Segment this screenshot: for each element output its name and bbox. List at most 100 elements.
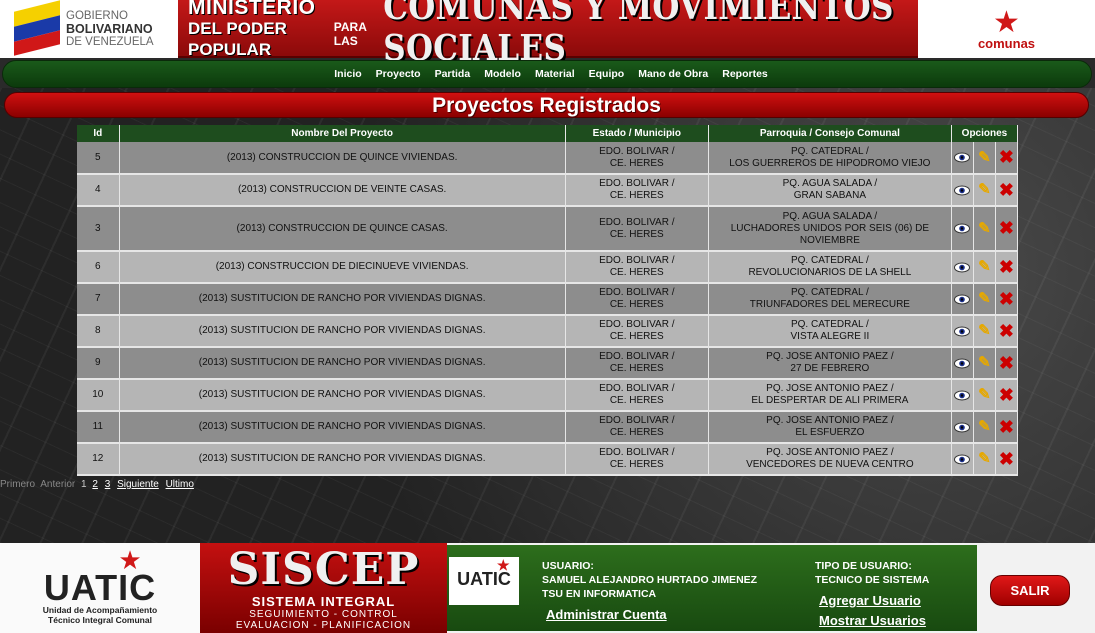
- cell-id: 8: [77, 315, 120, 348]
- cell-id: 10: [77, 379, 120, 412]
- delete-x-icon[interactable]: ✖: [997, 322, 1015, 340]
- pencil-icon[interactable]: ✎: [975, 354, 993, 372]
- siscep-line1: SISTEMA INTEGRAL: [251, 594, 396, 609]
- cell-parroquia: PQ. JOSE ANTONIO PAEZ / EL DESPERTAR DE A…: [708, 379, 952, 412]
- cell-edit: ✎: [973, 347, 996, 380]
- cell-municipio-line: CE. HERES: [609, 299, 664, 310]
- gov-line3: DE VENEZUELA: [66, 35, 154, 48]
- delete-x-icon[interactable]: ✖: [997, 258, 1015, 276]
- cell-parroquia-line: PQ. CATEDRAL /: [790, 145, 869, 157]
- pencil-icon[interactable]: ✎: [975, 149, 993, 167]
- cell-edit: ✎: [973, 379, 996, 412]
- cell-parroquia-line: PQ. JOSE ANTONIO PAEZ /: [766, 383, 894, 394]
- eye-icon[interactable]: [953, 322, 971, 340]
- cell-view: [951, 315, 974, 348]
- star-icon: ★: [497, 557, 510, 573]
- pager-last[interactable]: Ultimo: [166, 479, 194, 490]
- usuario-name: SAMUEL ALEJANDRO HURTADO JIMENEZ: [542, 574, 758, 586]
- eye-icon[interactable]: [953, 290, 971, 308]
- cell-consejo-line: LOS GUERREROS DE HIPODROMO VIEJO: [729, 157, 931, 169]
- cell-id: 4: [77, 174, 120, 207]
- usuario-label: USUARIO:: [542, 560, 594, 572]
- table-row: 10 (2013) SUSTITUCION DE RANCHO POR VIVIE…: [77, 379, 1019, 412]
- nav-item-proyecto[interactable]: Proyecto: [376, 68, 421, 80]
- eye-icon[interactable]: [953, 386, 971, 404]
- pager-first: Primero: [0, 479, 36, 490]
- pencil-icon[interactable]: ✎: [975, 450, 993, 468]
- cell-municipio-line: CE. HERES: [609, 228, 664, 240]
- cell-delete: ✖: [995, 315, 1019, 348]
- table-header-row: Id Nombre Del Proyecto Estado / Municipi…: [77, 125, 1019, 142]
- pencil-icon[interactable]: ✎: [975, 322, 993, 340]
- cell-project-name: (2013) CONSTRUCCION DE QUINCE VIVIENDAS.: [119, 142, 566, 175]
- ministry-line2: DEL PODER POPULAR: [188, 18, 287, 59]
- delete-x-icon[interactable]: ✖: [997, 450, 1015, 468]
- cell-edit: ✎: [973, 283, 996, 316]
- pagination: Primero Anterior 1 2 3 Siguiente Ultimo: [0, 479, 198, 490]
- cell-estado: EDO. BOLIVAR / CE. HERES: [565, 206, 709, 252]
- cell-consejo-line: 27 DE FEBRERO: [790, 363, 870, 374]
- cell-parroquia-line: PQ. AGUA SALADA /: [782, 178, 878, 189]
- logout-button[interactable]: SALIR: [990, 575, 1070, 606]
- eye-icon[interactable]: [953, 220, 971, 238]
- cell-municipio-line: CE. HERES: [609, 459, 664, 470]
- delete-x-icon[interactable]: ✖: [997, 181, 1015, 199]
- pencil-icon[interactable]: ✎: [975, 220, 993, 238]
- cell-delete: ✖: [995, 379, 1019, 412]
- cell-municipio-line: CE. HERES: [609, 157, 664, 169]
- cell-parroquia: PQ. AGUA SALADA / LUCHADORES UNIDOS POR S…: [708, 206, 952, 252]
- delete-x-icon[interactable]: ✖: [997, 354, 1015, 372]
- eye-icon[interactable]: [953, 258, 971, 276]
- delete-x-icon[interactable]: ✖: [997, 290, 1015, 308]
- pager-current: 1: [81, 479, 87, 490]
- pencil-icon[interactable]: ✎: [975, 258, 993, 276]
- pencil-icon[interactable]: ✎: [975, 386, 993, 404]
- eye-icon[interactable]: [953, 181, 971, 199]
- cell-parroquia-line: PQ. JOSE ANTONIO PAEZ /: [766, 447, 894, 458]
- uatic-sub1: Unidad de Acompañamiento: [42, 605, 158, 615]
- uatic-logo: ★ UATIC Unidad de Acompañamiento Técnico…: [0, 543, 200, 633]
- nav-item-mano-de-obra[interactable]: Mano de Obra: [638, 68, 708, 80]
- show-users-link[interactable]: Mostrar Usuarios: [819, 613, 926, 628]
- cell-delete: ✖: [995, 283, 1019, 316]
- eye-icon[interactable]: [953, 354, 971, 372]
- admin-account-link[interactable]: Administrar Cuenta: [546, 607, 667, 622]
- cell-view: [951, 206, 974, 252]
- gov-line1: GOBIERNO: [66, 9, 128, 22]
- nav-item-partida[interactable]: Partida: [435, 68, 471, 80]
- cell-consejo-line: REVOLUCIONARIOS DE LA SHELL: [748, 267, 912, 278]
- delete-x-icon[interactable]: ✖: [997, 148, 1015, 166]
- siscep-line2: SEGUIMIENTO - CONTROL: [249, 609, 398, 620]
- cell-consejo-line: VENCEDORES DE NUEVA CENTRO: [746, 459, 914, 470]
- cell-delete: ✖: [995, 206, 1019, 252]
- col-nombre: Nombre Del Proyecto: [119, 125, 566, 142]
- pencil-icon[interactable]: ✎: [975, 290, 993, 308]
- delete-x-icon[interactable]: ✖: [997, 219, 1015, 237]
- eye-icon[interactable]: [953, 418, 971, 436]
- cell-edit: ✎: [973, 174, 996, 207]
- cell-parroquia-line: PQ. CATEDRAL /: [790, 287, 869, 298]
- add-user-link[interactable]: Agregar Usuario: [819, 593, 921, 608]
- pager-page-2[interactable]: 2: [92, 479, 98, 490]
- nav-item-reportes[interactable]: Reportes: [722, 68, 768, 80]
- delete-x-icon[interactable]: ✖: [997, 386, 1015, 404]
- nav-item-modelo[interactable]: Modelo: [484, 68, 521, 80]
- cell-edit: ✎: [973, 206, 996, 252]
- pencil-icon[interactable]: ✎: [975, 181, 993, 199]
- eye-icon[interactable]: [953, 149, 971, 167]
- nav-item-equipo[interactable]: Equipo: [589, 68, 625, 80]
- cell-consejo-line: LUCHADORES UNIDOS POR SEIS (06) DE NOVIE…: [730, 222, 930, 246]
- pager-page-3[interactable]: 3: [105, 479, 111, 490]
- eye-icon[interactable]: [953, 450, 971, 468]
- nav-item-material[interactable]: Material: [535, 68, 575, 80]
- pencil-icon[interactable]: ✎: [975, 418, 993, 436]
- pager-next[interactable]: Siguiente: [117, 479, 159, 490]
- delete-x-icon[interactable]: ✖: [997, 418, 1015, 436]
- cell-project-name: (2013) SUSTITUCION DE RANCHO POR VIVIEND…: [119, 411, 566, 444]
- cell-view: [951, 283, 974, 316]
- cell-view: [951, 142, 974, 175]
- cell-view: [951, 347, 974, 380]
- cell-view: [951, 379, 974, 412]
- cell-municipio-line: CE. HERES: [609, 395, 664, 406]
- nav-item-inicio[interactable]: Inicio: [334, 68, 361, 80]
